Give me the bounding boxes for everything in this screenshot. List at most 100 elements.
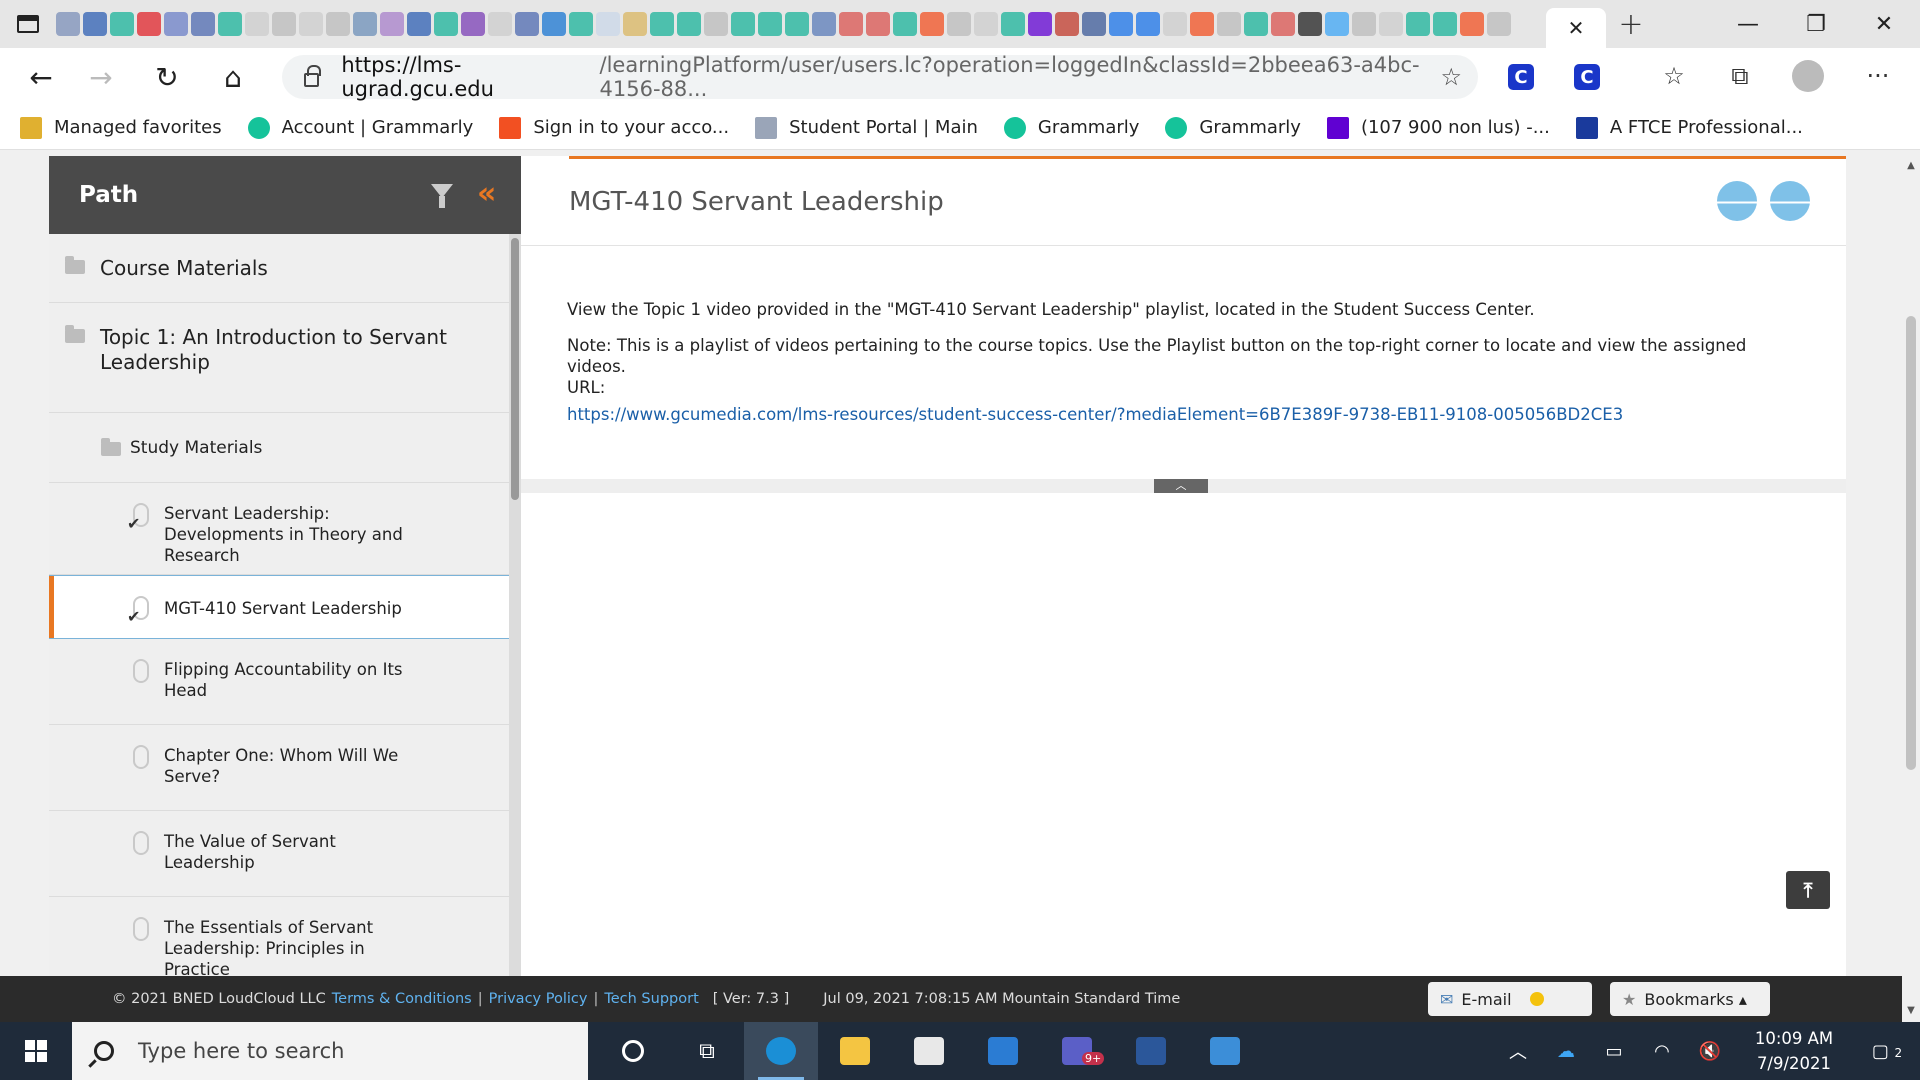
tab-favicon-icon[interactable]: [596, 12, 620, 36]
tab-favicon-icon[interactable]: [1352, 12, 1376, 36]
tab-favicon-icon[interactable]: [1028, 12, 1052, 36]
taskbar-search[interactable]: Type here to search: [72, 1022, 588, 1080]
tab-favicon-icon[interactable]: [677, 12, 701, 36]
store-icon[interactable]: [892, 1022, 966, 1080]
onedrive-icon[interactable]: ☁: [1542, 1041, 1590, 1062]
edge-app-icon[interactable]: [744, 1022, 818, 1080]
profile-avatar[interactable]: [1792, 60, 1824, 92]
notifications-icon[interactable]: ▢ 2: [1854, 1041, 1920, 1062]
sidebar-item[interactable]: Topic 1: An Introduction to Servant Lead…: [49, 303, 509, 413]
tab-favicon-icon[interactable]: [1244, 12, 1268, 36]
refresh-icon[interactable]: ↻: [140, 50, 194, 104]
photos-app-icon[interactable]: [1188, 1022, 1262, 1080]
tab-favicon-icon[interactable]: [353, 12, 377, 36]
tab-favicon-icon[interactable]: [1190, 12, 1214, 36]
favorite-item[interactable]: Grammarly: [1003, 116, 1139, 139]
tab-favicon-icon[interactable]: [1001, 12, 1025, 36]
tab-favicon-icon[interactable]: [191, 12, 215, 36]
terms-link[interactable]: Terms & Conditions: [332, 991, 472, 1007]
sidebar-item[interactable]: The Value of Servant Leadership: [49, 811, 509, 897]
new-tab-button[interactable]: +: [1606, 7, 1656, 42]
volume-muted-icon[interactable]: 🔇: [1686, 1041, 1734, 1062]
cortana-icon[interactable]: [596, 1022, 670, 1080]
close-tab-icon[interactable]: ✕: [1568, 16, 1585, 40]
tab-favicon-icon[interactable]: [272, 12, 296, 36]
wifi-icon[interactable]: ◠: [1638, 1041, 1686, 1062]
privacy-link[interactable]: Privacy Policy: [489, 991, 588, 1007]
tab-favicon-icon[interactable]: [785, 12, 809, 36]
tab-favicon-icon[interactable]: [974, 12, 998, 36]
lock-icon[interactable]: [304, 65, 322, 87]
battery-icon[interactable]: ▭: [1590, 1041, 1638, 1062]
tab-favicon-icon[interactable]: [1298, 12, 1322, 36]
tab-favicon-icon[interactable]: [245, 12, 269, 36]
clock[interactable]: 10:09 AM 7/9/2021: [1734, 1026, 1854, 1076]
sidebar-item[interactable]: The Essentials of Servant Leadership: Pr…: [49, 897, 509, 976]
minimize-button[interactable]: —: [1714, 0, 1782, 48]
back-icon[interactable]: ←: [14, 50, 68, 104]
favorite-item[interactable]: (107 900 non lus) -...: [1326, 116, 1550, 139]
tab-favicon-icon[interactable]: [758, 12, 782, 36]
scroll-up-icon[interactable]: ▲: [1902, 160, 1920, 171]
page-scrollbar[interactable]: ▲ ▼: [1902, 150, 1920, 1022]
tab-favicon-icon[interactable]: [218, 12, 242, 36]
collapse-panel-tab[interactable]: ︿: [1154, 479, 1208, 493]
forward-icon[interactable]: →: [74, 50, 128, 104]
tab-favicon-icon[interactable]: [56, 12, 80, 36]
favorite-item[interactable]: A FTCE Professional...: [1575, 116, 1803, 139]
mail-app-icon[interactable]: [966, 1022, 1040, 1080]
favorite-item[interactable]: Managed favorites: [20, 116, 222, 139]
tab-favicon-icon[interactable]: [731, 12, 755, 36]
tab-favicon-icon[interactable]: [137, 12, 161, 36]
tab-actions-menu-icon[interactable]: [0, 0, 56, 48]
collapse-sidebar-icon[interactable]: «: [477, 176, 496, 211]
favorite-item[interactable]: Sign in to your acco...: [499, 116, 729, 139]
bookmarks-button[interactable]: ★ Bookmarks ▴: [1610, 982, 1770, 1016]
tab-favicon-icon[interactable]: [488, 12, 512, 36]
tab-favicon-icon[interactable]: [515, 12, 539, 36]
tab-favicon-icon[interactable]: [110, 12, 134, 36]
tab-favicon-icon[interactable]: [326, 12, 350, 36]
tab-favicon-icon[interactable]: [542, 12, 566, 36]
filter-icon[interactable]: [431, 184, 453, 208]
tab-favicon-icon[interactable]: [164, 12, 188, 36]
word-app-icon[interactable]: [1114, 1022, 1188, 1080]
tab-favicon-icon[interactable]: [1163, 12, 1187, 36]
tab-favicon-icon[interactable]: [407, 12, 431, 36]
tab-favicon-icon[interactable]: [434, 12, 458, 36]
tab-favicon-icon[interactable]: [1082, 12, 1106, 36]
tab-favicon-icon[interactable]: [1217, 12, 1241, 36]
tab-favicon-icon[interactable]: [569, 12, 593, 36]
media-link[interactable]: https://www.gcumedia.com/lms-resources/s…: [567, 405, 1623, 424]
sidebar-item[interactable]: ✔ MGT-410 Servant Leadership: [49, 575, 509, 639]
favorite-item[interactable]: Account | Grammarly: [247, 116, 473, 139]
tab-favicon-icon[interactable]: [1325, 12, 1349, 36]
extension-c-icon[interactable]: C: [1508, 64, 1534, 90]
back-to-top-button[interactable]: ⤒: [1786, 871, 1830, 909]
add-favorite-icon[interactable]: ☆: [1440, 63, 1462, 91]
home-icon[interactable]: ⌂: [206, 50, 260, 104]
sidebar-scrollbar[interactable]: [509, 234, 521, 976]
active-tab[interactable]: ✕: [1546, 8, 1606, 48]
task-view-icon[interactable]: ⧉: [670, 1022, 744, 1080]
sidebar-item[interactable]: ✔ Servant Leadership: Developments in The…: [49, 483, 509, 575]
tab-favicon-icon[interactable]: [893, 12, 917, 36]
restore-button[interactable]: ❐: [1782, 0, 1850, 48]
tab-favicon-icon[interactable]: [299, 12, 323, 36]
sidebar-item[interactable]: Chapter One: Whom Will We Serve?: [49, 725, 509, 811]
collections-icon[interactable]: ⧉: [1720, 56, 1760, 96]
close-window-button[interactable]: ✕: [1850, 0, 1918, 48]
file-explorer-icon[interactable]: [818, 1022, 892, 1080]
tab-favicon-icon[interactable]: [866, 12, 890, 36]
tab-favicon-icon[interactable]: [623, 12, 647, 36]
favorites-icon[interactable]: ☆: [1654, 56, 1694, 96]
tab-favicon-icon[interactable]: [1487, 12, 1511, 36]
sidebar-item[interactable]: Flipping Accountability on Its Head: [49, 639, 509, 725]
email-button[interactable]: ✉ E-mail: [1428, 982, 1592, 1016]
next-button[interactable]: 🡒: [1758, 181, 1822, 221]
tab-favicon-icon[interactable]: [650, 12, 674, 36]
tab-favicon-icon[interactable]: [380, 12, 404, 36]
tab-favicon-icon[interactable]: [839, 12, 863, 36]
tab-favicon-icon[interactable]: [1271, 12, 1295, 36]
favorite-item[interactable]: Grammarly: [1165, 116, 1301, 139]
